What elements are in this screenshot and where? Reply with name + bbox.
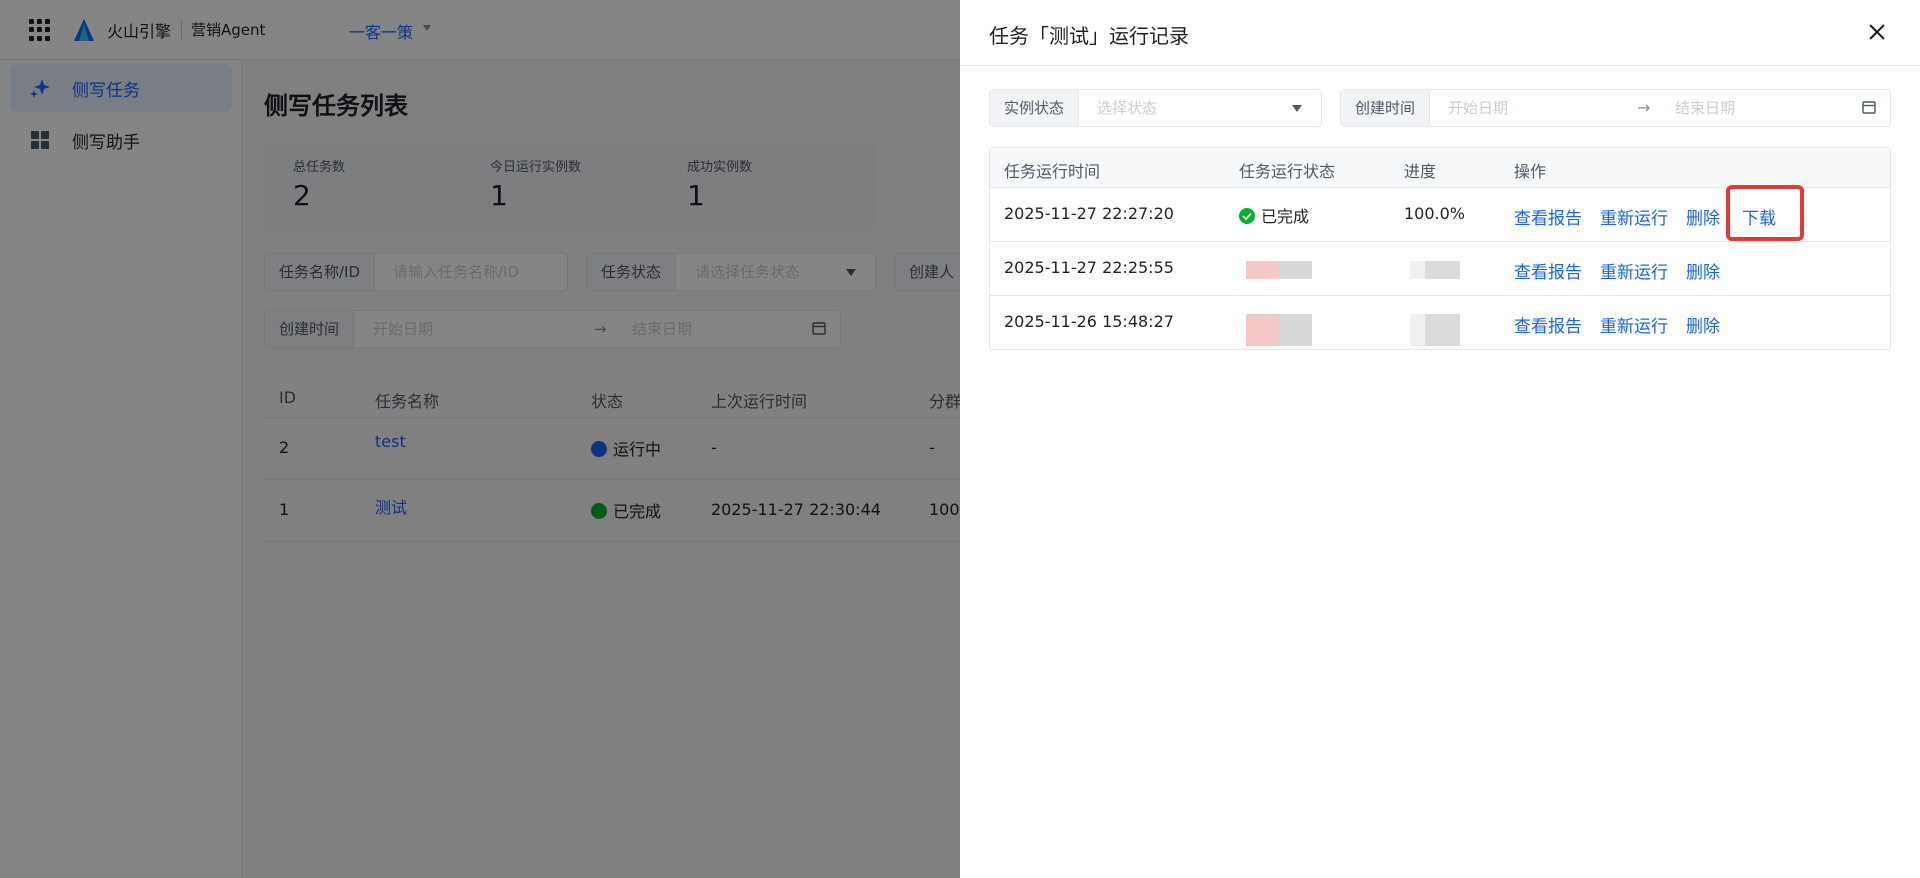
table-header: 任务运行时间 任务运行状态 进度 操作 — [990, 148, 1890, 188]
column-header: 操作 — [1514, 162, 1547, 181]
drawer-title: 任务「测试」运行记录 — [989, 24, 1189, 48]
run-time: 2025-11-27 22:27:20 — [1004, 204, 1174, 223]
view-report-link[interactable]: 查看报告 — [1514, 204, 1582, 229]
highlight-box — [1726, 185, 1804, 241]
status-text: 已完成 — [1261, 207, 1310, 226]
end-date-input[interactable]: 结束日期 — [1675, 90, 1735, 126]
view-report-link[interactable]: 查看报告 — [1514, 258, 1582, 283]
filter-label: 创建时间 — [1341, 90, 1431, 126]
check-circle-icon — [1239, 208, 1255, 224]
column-header: 任务运行时间 — [1004, 162, 1101, 181]
range-arrow: → — [1637, 98, 1651, 117]
delete-link[interactable]: 删除 — [1686, 312, 1720, 337]
redacted-progress — [1410, 261, 1460, 279]
run-time: 2025-11-26 15:48:27 — [1004, 312, 1174, 331]
filter-label: 实例状态 — [990, 90, 1080, 126]
calendar-icon[interactable] — [1862, 100, 1876, 114]
run-time: 2025-11-27 22:25:55 — [1004, 258, 1174, 277]
redacted-status — [1246, 261, 1312, 279]
progress-value: 100.0% — [1404, 204, 1466, 223]
column-header: 任务运行状态 — [1239, 162, 1336, 181]
table-row: 2025-11-27 22:25:55 查看报告 重新运行 删除 — [990, 242, 1890, 296]
close-icon[interactable] — [1865, 20, 1889, 44]
rerun-link[interactable]: 重新运行 — [1600, 258, 1668, 283]
table-row: 2025-11-26 15:48:27 查看报告 重新运行 删除 — [990, 296, 1890, 350]
chevron-down-icon[interactable] — [1292, 105, 1302, 112]
instance-status-filter[interactable]: 实例状态 选择状态 — [989, 89, 1322, 127]
run-records-drawer: 任务「测试」运行记录 实例状态 选择状态 创建时间 开始日期 → 结束日期 任务… — [960, 0, 1920, 878]
start-date-input[interactable]: 开始日期 — [1448, 90, 1508, 126]
redacted-progress — [1410, 314, 1460, 346]
view-report-link[interactable]: 查看报告 — [1514, 312, 1582, 337]
delete-link[interactable]: 删除 — [1686, 204, 1720, 229]
rerun-link[interactable]: 重新运行 — [1600, 312, 1668, 337]
column-header: 进度 — [1404, 162, 1437, 181]
create-time-filter[interactable]: 创建时间 开始日期 → 结束日期 — [1340, 89, 1891, 127]
drawer-divider — [960, 65, 1920, 66]
delete-link[interactable]: 删除 — [1686, 258, 1720, 283]
rerun-link[interactable]: 重新运行 — [1600, 204, 1668, 229]
status-select[interactable]: 选择状态 — [1097, 90, 1157, 126]
run-records-table: 任务运行时间 任务运行状态 进度 操作 2025-11-27 22:27:20 … — [989, 147, 1891, 350]
redacted-status — [1246, 314, 1312, 346]
table-row: 2025-11-27 22:27:20 已完成 100.0% 查看报告 重新运行… — [990, 185, 1890, 242]
status-badge: 已完成 — [1239, 203, 1309, 227]
